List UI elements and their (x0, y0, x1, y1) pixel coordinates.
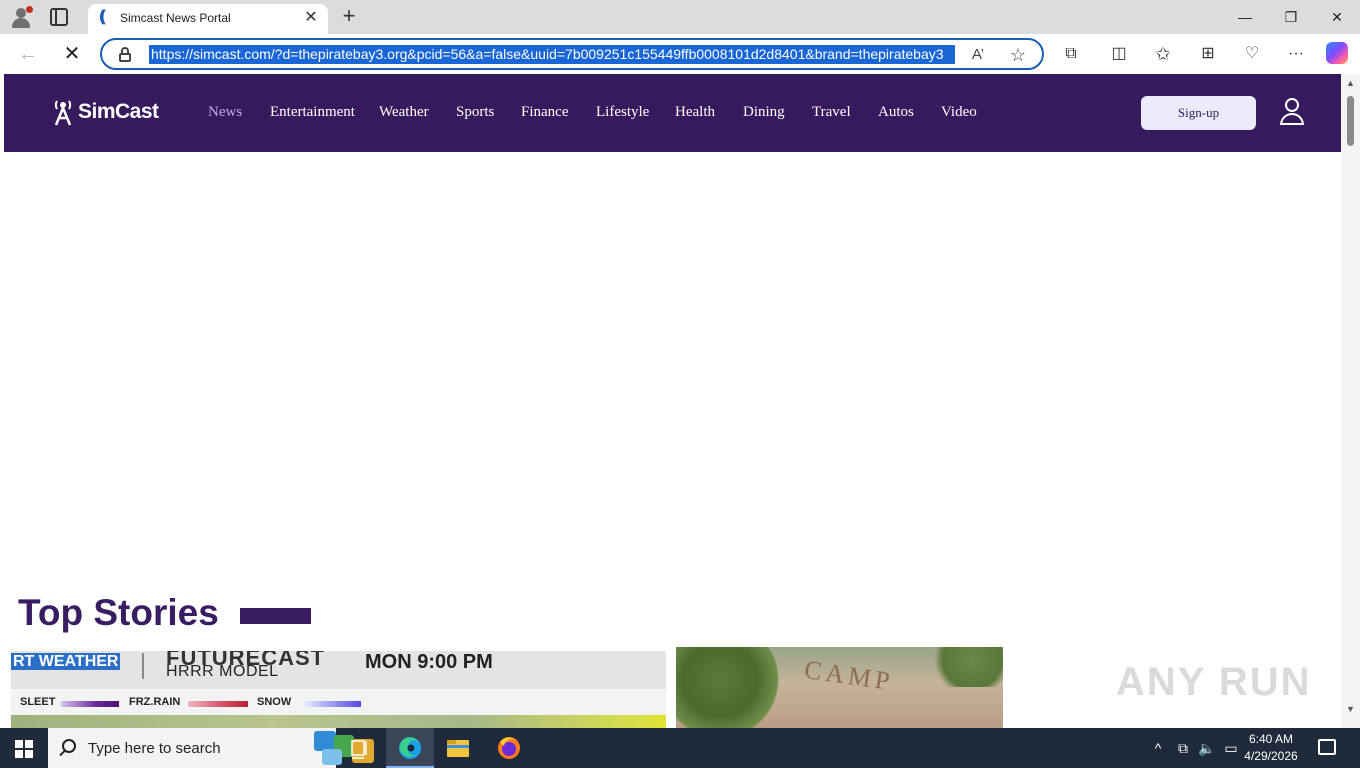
browser-toolbar: ← ✕ https://simcast.com/?d=thepiratebay3… (0, 34, 1360, 74)
weather-brand-label: RT WEATHER (11, 653, 120, 670)
more-menu-icon[interactable]: ··· (1284, 42, 1308, 66)
weather-map-image (11, 715, 666, 728)
logo-text: SimCast (78, 100, 159, 123)
nav-item-sports[interactable]: Sports (456, 104, 494, 121)
split-screen-icon[interactable]: ◫ (1107, 42, 1131, 66)
story-image-trees-right (926, 647, 1003, 687)
broadcast-tower-icon (54, 100, 72, 126)
story-card-weather[interactable]: RT WEATHER FUTURECAST HRRR MODEL MON 9:0… (11, 651, 666, 728)
nav-item-finance[interactable]: Finance (521, 104, 568, 121)
signup-button[interactable]: Sign-up (1141, 96, 1256, 130)
profile-icon[interactable] (10, 6, 33, 28)
story-card-camp[interactable]: CAMP (676, 647, 1003, 728)
performance-icon[interactable]: ♡ (1240, 42, 1264, 66)
file-explorer-icon[interactable] (434, 728, 482, 768)
scroll-up-arrow-icon[interactable]: ▲ (1345, 78, 1356, 88)
favorite-star-icon[interactable]: ☆ (1008, 45, 1028, 65)
weather-legend: SLEET FRZ.RAIN SNOW (11, 689, 666, 715)
back-button[interactable]: ← (16, 42, 40, 66)
legend-swatch-sleet (61, 701, 119, 707)
weather-header-divider (142, 653, 144, 679)
nav-item-entertainment[interactable]: Entertainment (270, 104, 355, 121)
weather-graphic-header: RT WEATHER FUTURECAST HRRR MODEL MON 9:0… (11, 651, 666, 689)
page-scrollbar[interactable]: ▲ ▼ (1341, 74, 1360, 728)
story-image-trees (676, 647, 786, 728)
legend-label-sleet: SLEET (20, 696, 56, 708)
legend-swatch-snow (301, 701, 361, 707)
nav-item-weather[interactable]: Weather (379, 104, 429, 121)
nav-item-travel[interactable]: Travel (812, 104, 851, 121)
copilot-icon[interactable] (1326, 42, 1348, 64)
section-title: Top Stories (18, 592, 219, 633)
stop-loading-button[interactable]: ✕ (60, 42, 84, 66)
tray-overflow-chevron-icon[interactable]: ^ (1150, 739, 1166, 757)
nav-item-autos[interactable]: Autos (878, 104, 914, 121)
nav-item-lifestyle[interactable]: Lifestyle (596, 104, 649, 121)
nav-item-news[interactable]: News (208, 104, 242, 121)
close-window-button[interactable]: ✕ (1314, 4, 1360, 30)
new-tab-button[interactable]: + (338, 5, 360, 27)
favorites-icon[interactable]: ✩ (1151, 42, 1175, 66)
active-tab[interactable]: ❪ Simcast News Portal ✕ (88, 4, 328, 34)
tab-favicon-icon: ❪ (96, 9, 110, 26)
anyrun-watermark: ANY RUN (1116, 660, 1312, 704)
tab-title: Simcast News Portal (120, 11, 231, 25)
site-header: SimCast News Entertainment Weather Sport… (4, 74, 1341, 152)
legend-swatch-frz-rain (188, 701, 248, 707)
legend-label-frz-rain: FRZ.RAIN (129, 696, 181, 708)
edge-browser-icon[interactable] (386, 728, 434, 768)
firefox-icon[interactable] (484, 728, 532, 768)
camp-sign-text: CAMP (802, 654, 896, 697)
taskbar-search-placeholder: Type here to search (88, 740, 221, 757)
forecast-time-label: MON 9:00 PM (365, 651, 493, 673)
task-view-icon[interactable] (336, 728, 384, 768)
windows-start-icon[interactable] (15, 740, 33, 758)
clock-time: 6:40 AM (1248, 732, 1294, 746)
network-icon[interactable]: ▭ (1222, 739, 1240, 757)
taskbar-clock[interactable]: 6:40 AM 4/29/2026 (1244, 731, 1298, 765)
close-tab-icon[interactable]: ✕ (302, 9, 320, 27)
tab-actions-icon[interactable] (50, 8, 68, 26)
collections-icon[interactable]: ⊞ (1196, 42, 1220, 66)
scroll-down-arrow-icon[interactable]: ▼ (1345, 704, 1356, 714)
page-viewport: SimCast News Entertainment Weather Sport… (0, 74, 1360, 728)
minimize-button[interactable]: — (1222, 4, 1268, 30)
user-account-icon[interactable] (1280, 98, 1304, 126)
url-text[interactable]: https://simcast.com/?d=thepiratebay3.org… (149, 45, 955, 64)
nav-item-health[interactable]: Health (675, 104, 715, 121)
address-bar[interactable]: https://simcast.com/?d=thepiratebay3.org… (100, 38, 1044, 70)
extensions-icon[interactable]: ⧉ (1059, 42, 1083, 66)
taskbar-search-box[interactable]: Type here to search (48, 728, 374, 768)
legend-label-snow: SNOW (257, 696, 292, 708)
lock-icon[interactable] (118, 47, 132, 62)
notification-center-icon[interactable] (1318, 739, 1336, 755)
meet-now-icon[interactable]: ⧉ (1174, 739, 1192, 757)
read-aloud-icon[interactable]: A’ (968, 45, 988, 65)
windows-taskbar: Type here to search ^ ⧉ 🔈 ▭ 6:40 AM 4/29… (0, 728, 1360, 768)
nav-item-dining[interactable]: Dining (743, 104, 785, 121)
volume-icon[interactable]: 🔈 (1198, 739, 1216, 757)
clock-date: 4/29/2026 (1244, 749, 1298, 763)
maximize-button[interactable]: ❐ (1268, 4, 1314, 30)
model-label: HRRR MODEL (166, 663, 279, 680)
search-icon (62, 739, 76, 753)
section-title-accent-bar (240, 608, 311, 624)
scroll-thumb[interactable] (1347, 96, 1354, 146)
nav-item-video[interactable]: Video (941, 104, 977, 121)
browser-tab-strip: ❪ Simcast News Portal ✕ + — ❐ ✕ (0, 0, 1360, 34)
